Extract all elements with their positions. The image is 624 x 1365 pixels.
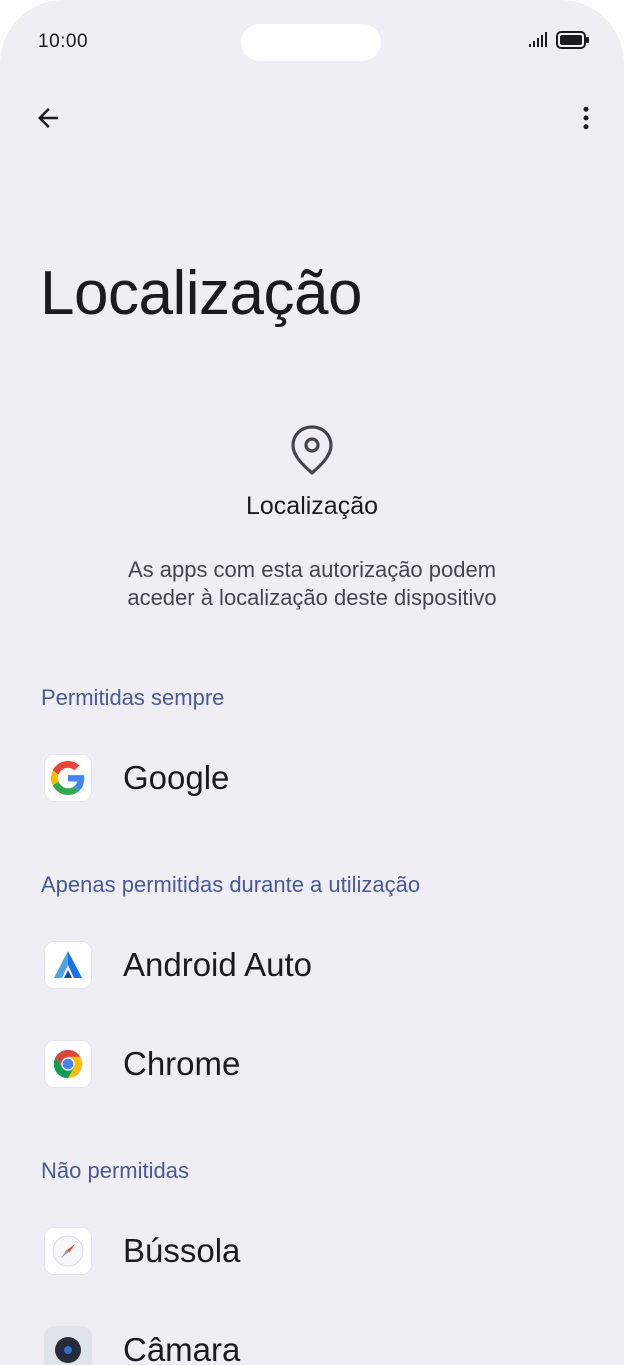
google-icon xyxy=(45,755,91,801)
app-label: Bússola xyxy=(123,1232,241,1269)
signal-icon xyxy=(529,32,547,47)
screen: 10:00 Localização Localização As apps co… xyxy=(0,0,624,1365)
android-auto-icon xyxy=(45,942,91,988)
location-pin-icon xyxy=(291,425,333,475)
app-label: Câmara xyxy=(123,1331,241,1365)
description-line: As apps com esta autorização podem xyxy=(127,557,497,582)
more-vert-icon xyxy=(583,106,589,130)
status-time: 10:00 xyxy=(38,31,89,52)
app-row-compass[interactable]: Bússola xyxy=(0,1206,624,1296)
app-label: Google xyxy=(123,759,230,796)
app-row-android-auto[interactable]: Android Auto xyxy=(0,920,624,1010)
battery-icon xyxy=(556,31,589,49)
app-label: Chrome xyxy=(123,1045,241,1082)
app-row-chrome[interactable]: Chrome xyxy=(0,1019,624,1109)
permission-description: As apps com esta autorização podem acede… xyxy=(60,556,564,612)
status-icons xyxy=(528,31,590,49)
section-header-while-using: Apenas permitidas durante a utilização xyxy=(41,872,421,897)
more-options-button[interactable] xyxy=(562,94,610,142)
description-line: aceder à localização deste dispositivo xyxy=(127,585,497,610)
section-header-always: Permitidas sempre xyxy=(41,685,225,710)
app-label: Android Auto xyxy=(123,946,312,983)
camera-icon xyxy=(45,1327,91,1365)
arrow-back-icon xyxy=(38,108,58,128)
app-row-camera[interactable]: Câmara xyxy=(0,1305,624,1365)
chrome-icon xyxy=(45,1041,91,1087)
permission-title: Localização xyxy=(245,492,379,520)
top-app-bar xyxy=(0,88,624,148)
page-title: Localização xyxy=(40,259,362,328)
section-header-denied: Não permitidas xyxy=(41,1158,189,1183)
compass-icon xyxy=(45,1228,91,1274)
app-row-google[interactable]: Google xyxy=(0,733,624,823)
back-button[interactable] xyxy=(24,94,72,142)
status-bar: 10:00 xyxy=(0,0,624,84)
camera-cutout xyxy=(241,24,381,61)
